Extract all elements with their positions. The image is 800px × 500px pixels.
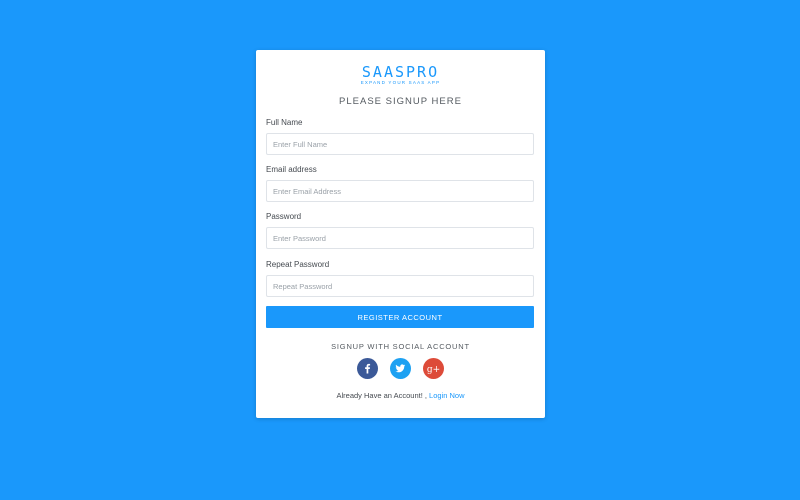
email-label: Email address — [266, 165, 317, 174]
brand-tagline: EXPAND YOUR SAAS APP — [360, 80, 441, 85]
social-signup-heading: SIGNUP WITH SOCIAL ACCOUNT — [331, 342, 470, 351]
email-input[interactable] — [266, 180, 534, 202]
full-name-label: Full Name — [266, 118, 303, 127]
login-now-link[interactable]: Login Now — [429, 391, 464, 400]
login-prompt: Already Have an Account! , Login Now — [256, 391, 545, 400]
brand-logo: SAASPRO EXPAND YOUR SAAS APP — [256, 64, 545, 86]
login-prompt-text: Already Have an Account! , — [336, 391, 427, 400]
repeat-password-label: Repeat Password — [266, 260, 330, 269]
social-buttons: g+ — [256, 358, 545, 379]
twitter-button[interactable] — [390, 358, 411, 379]
page-background: SAASPRO EXPAND YOUR SAAS APP PLEASE SIGN… — [0, 0, 800, 500]
full-name-input[interactable] — [266, 133, 534, 155]
repeat-password-input[interactable] — [266, 275, 534, 297]
brand-name: SAASPRO — [361, 63, 440, 81]
twitter-icon — [395, 364, 406, 373]
form-heading: PLEASE SIGNUP HERE — [339, 96, 462, 107]
google-plus-button[interactable]: g+ — [423, 358, 444, 379]
password-input[interactable] — [266, 227, 534, 249]
facebook-button[interactable] — [357, 358, 378, 379]
google-plus-icon: g+ — [427, 365, 440, 375]
password-label: Password — [266, 212, 302, 221]
facebook-icon — [365, 363, 371, 374]
svg-text:g+: g+ — [427, 365, 440, 375]
register-account-button[interactable]: REGISTER ACCOUNT — [266, 306, 534, 328]
signup-card: SAASPRO EXPAND YOUR SAAS APP PLEASE SIGN… — [256, 50, 545, 418]
